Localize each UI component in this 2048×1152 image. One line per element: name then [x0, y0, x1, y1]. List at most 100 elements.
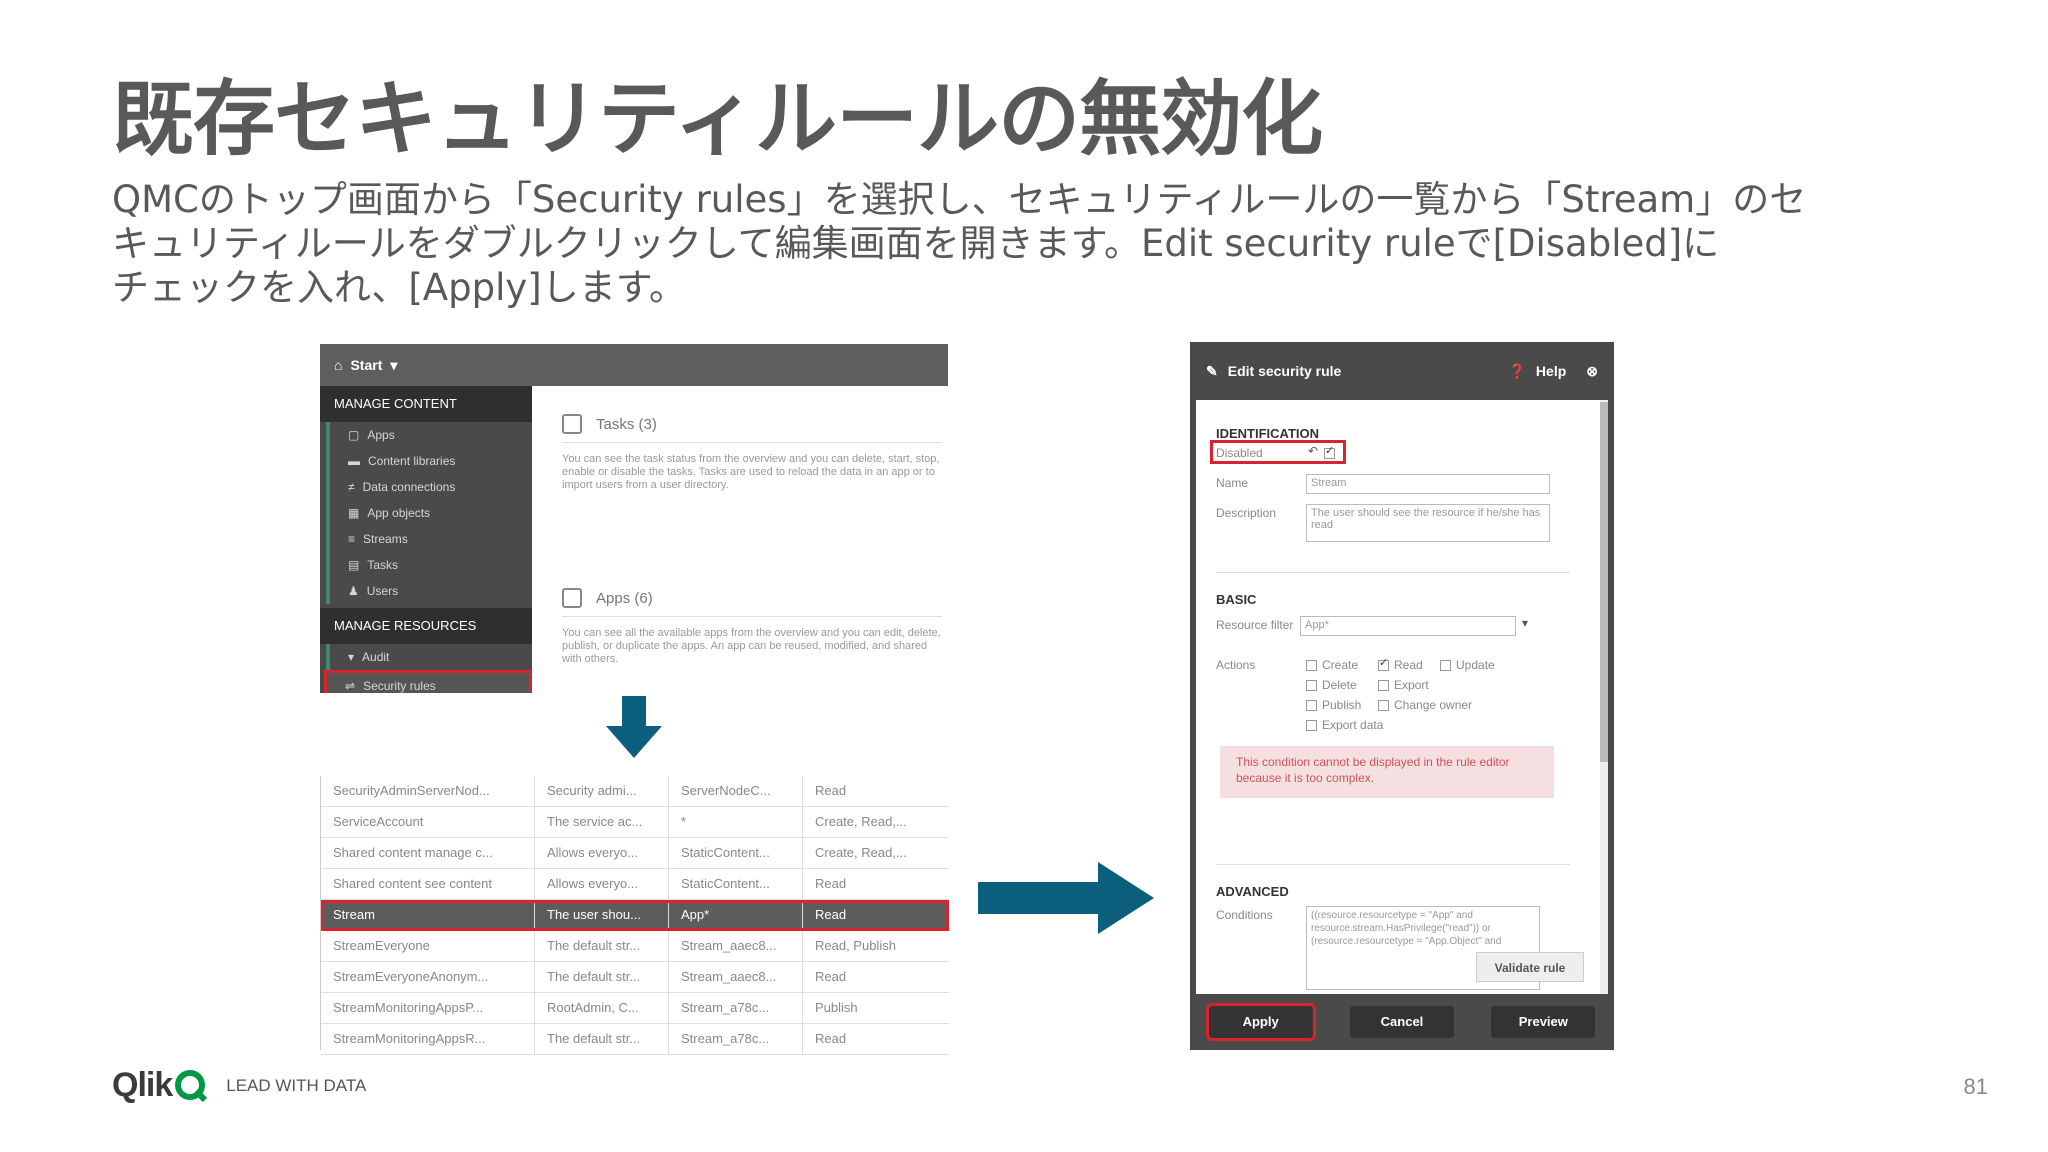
edit-icon: ✎	[1206, 362, 1218, 379]
preview-button[interactable]: Preview	[1491, 1006, 1596, 1038]
arrow-down-icon	[606, 696, 662, 758]
qmc-start-screenshot: ⌂ Start ▾ MANAGE CONTENT ▢ Apps ▬ Content …	[320, 344, 948, 693]
export-data-checkbox[interactable]	[1306, 720, 1317, 732]
table-row[interactable]: StreamMonitoringAppsP... RootAdmin, C... S…	[321, 993, 949, 1024]
sidebar-item-content-libraries[interactable]: ▬ Content libraries	[326, 448, 532, 474]
table-row[interactable]: Shared content manage c... Allows everyo.…	[321, 838, 949, 869]
undo-icon[interactable]: ↶	[1308, 444, 1318, 458]
table-row[interactable]: SecurityAdminServerNod... Security admi..…	[321, 776, 949, 807]
name-label: Name	[1216, 476, 1249, 490]
table-cell: Allows everyo...	[535, 869, 669, 899]
delete-checkbox[interactable]	[1306, 680, 1317, 692]
table-row[interactable]: Shared content see content Allows everyo.…	[321, 869, 949, 900]
action-delete[interactable]: Delete	[1306, 678, 1357, 692]
plug-icon: ≠	[348, 480, 355, 494]
dialog-header: ✎ Edit security rule ❓ Help ⊗	[1190, 342, 1614, 400]
apps-card-desc: You can see all the available apps from …	[562, 627, 941, 665]
slide-title: 既存セキュリティルールの無効化	[112, 72, 1323, 167]
table-cell: ServiceAccount	[321, 807, 535, 837]
objects-icon: ▦	[348, 506, 360, 520]
table-cell: Create, Read,...	[815, 814, 907, 829]
validate-rule-button[interactable]: Validate rule	[1476, 952, 1584, 982]
table-cell: Shared content see content	[321, 869, 535, 899]
qmc-sidebar: MANAGE CONTENT ▢ Apps ▬ Content libraries …	[320, 386, 532, 693]
tasks-card-title: Tasks (3)	[596, 415, 657, 433]
tasks-card-icon	[562, 414, 582, 434]
qlik-q-icon	[175, 1069, 208, 1102]
export-checkbox[interactable]	[1378, 680, 1389, 692]
table-row[interactable]: StreamEveryone The default str... Stream_a…	[321, 931, 949, 962]
start-menu[interactable]: Start	[350, 357, 382, 373]
table-cell: Read	[815, 907, 847, 922]
description-field[interactable]: The user should see the resource if he/s…	[1306, 504, 1550, 542]
action-update[interactable]: Update	[1440, 658, 1495, 672]
apps-icon: ▢	[348, 428, 360, 442]
table-row[interactable]: ServiceAccount The service ac... * Create, …	[321, 807, 949, 838]
action-create[interactable]: Create	[1306, 658, 1358, 672]
body-line: QMCのトップ画面から「Security rules」を選択し、セキュリティルー…	[112, 178, 1807, 221]
read-checkbox[interactable]	[1378, 656, 1389, 672]
slide-body: QMCのトップ画面から「Security rules」を選択し、セキュリティルー…	[112, 178, 1952, 310]
cancel-button[interactable]: Cancel	[1349, 1006, 1454, 1038]
resource-filter-label: Resource filter	[1216, 618, 1294, 632]
apps-card-icon	[562, 588, 582, 608]
name-field[interactable]: Stream	[1306, 474, 1550, 494]
table-cell: Read	[815, 1031, 847, 1046]
resource-filter-field[interactable]: App*	[1300, 616, 1516, 636]
disabled-checkbox[interactable]	[1324, 444, 1335, 459]
complex-condition-warning: This condition cannot be displayed in th…	[1220, 746, 1554, 798]
sidebar-item-data-connections[interactable]: ≠ Data connections	[326, 474, 532, 500]
chevron-down-icon[interactable]: ▾	[1522, 616, 1528, 630]
create-checkbox[interactable]	[1306, 660, 1317, 672]
table-cell: Stream_aaec8...	[669, 931, 803, 961]
action-read[interactable]: Read	[1378, 656, 1423, 672]
dialog-body: IDENTIFICATION Disabled ↶ Name Stream De…	[1196, 400, 1608, 994]
sidebar-item-users[interactable]: ♟ Users	[326, 578, 532, 604]
sidebar-item-streams[interactable]: ≡ Streams	[326, 526, 532, 552]
tasks-card[interactable]: Tasks (3) You can see the task status fr…	[562, 414, 942, 492]
change-owner-checkbox[interactable]	[1378, 700, 1389, 712]
sidebar-item-tasks[interactable]: ▤ Tasks	[326, 552, 532, 578]
sidebar-item-app-objects[interactable]: ▦ App objects	[326, 500, 532, 526]
user-icon: ♟	[348, 584, 359, 598]
apps-card-title: Apps (6)	[596, 589, 653, 607]
table-row-selected[interactable]: Stream The user shou... App* Read	[321, 900, 949, 931]
sidebar-item-security-rules[interactable]: ⇌ Security rules	[324, 670, 532, 693]
action-export-data[interactable]: Export data	[1306, 718, 1383, 732]
action-export[interactable]: Export	[1378, 678, 1429, 692]
help-link[interactable]: Help	[1536, 363, 1566, 379]
apply-button[interactable]: Apply	[1205, 1003, 1316, 1041]
table-row[interactable]: StreamEveryoneAnonym... The default str..…	[321, 962, 949, 993]
table-row[interactable]: StreamMonitoringAppsR... The default str.…	[321, 1024, 949, 1055]
close-icon[interactable]: ⊗	[1586, 363, 1598, 380]
sidebar-section-manage-resources: MANAGE RESOURCES	[320, 608, 532, 644]
table-cell: The service ac...	[535, 807, 669, 837]
chevron-down-icon[interactable]: ▾	[390, 357, 397, 374]
audit-icon: ▾	[348, 650, 355, 664]
table-cell: Stream_aaec8...	[669, 962, 803, 992]
table-cell: StaticContent...	[669, 838, 803, 868]
section-basic: BASIC	[1216, 592, 1257, 607]
action-change-owner[interactable]: Change owner	[1378, 698, 1472, 712]
body-line: キュリティルールをダブルクリックして編集画面を開きます。Edit securit…	[112, 222, 1720, 265]
logo-tagline: LEAD WITH DATA	[226, 1075, 367, 1095]
arrow-right-icon	[978, 862, 1154, 934]
table-cell: StreamEveryone	[321, 931, 535, 961]
home-icon[interactable]: ⌂	[334, 357, 342, 373]
help-icon[interactable]: ❓	[1508, 363, 1525, 380]
table-cell: The user shou...	[535, 900, 669, 930]
update-checkbox[interactable]	[1440, 660, 1451, 672]
table-cell: Publish	[815, 1000, 858, 1015]
library-icon: ▬	[348, 454, 360, 468]
dialog-footer: Apply Cancel Preview	[1190, 994, 1614, 1050]
publish-checkbox[interactable]	[1306, 700, 1317, 712]
sidebar-item-audit[interactable]: ▾ Audit	[326, 644, 532, 670]
qlik-logo: Qlik LEAD WITH DATA	[112, 1066, 366, 1105]
apps-card[interactable]: Apps (6) You can see all the available a…	[562, 588, 942, 666]
action-publish[interactable]: Publish	[1306, 698, 1361, 712]
table-cell: The default str...	[535, 1024, 669, 1054]
dialog-scrollbar[interactable]	[1600, 400, 1608, 994]
page-number: 81	[1963, 1074, 1988, 1099]
sidebar-item-apps[interactable]: ▢ Apps	[326, 422, 532, 448]
shield-icon: ⇌	[345, 679, 356, 693]
